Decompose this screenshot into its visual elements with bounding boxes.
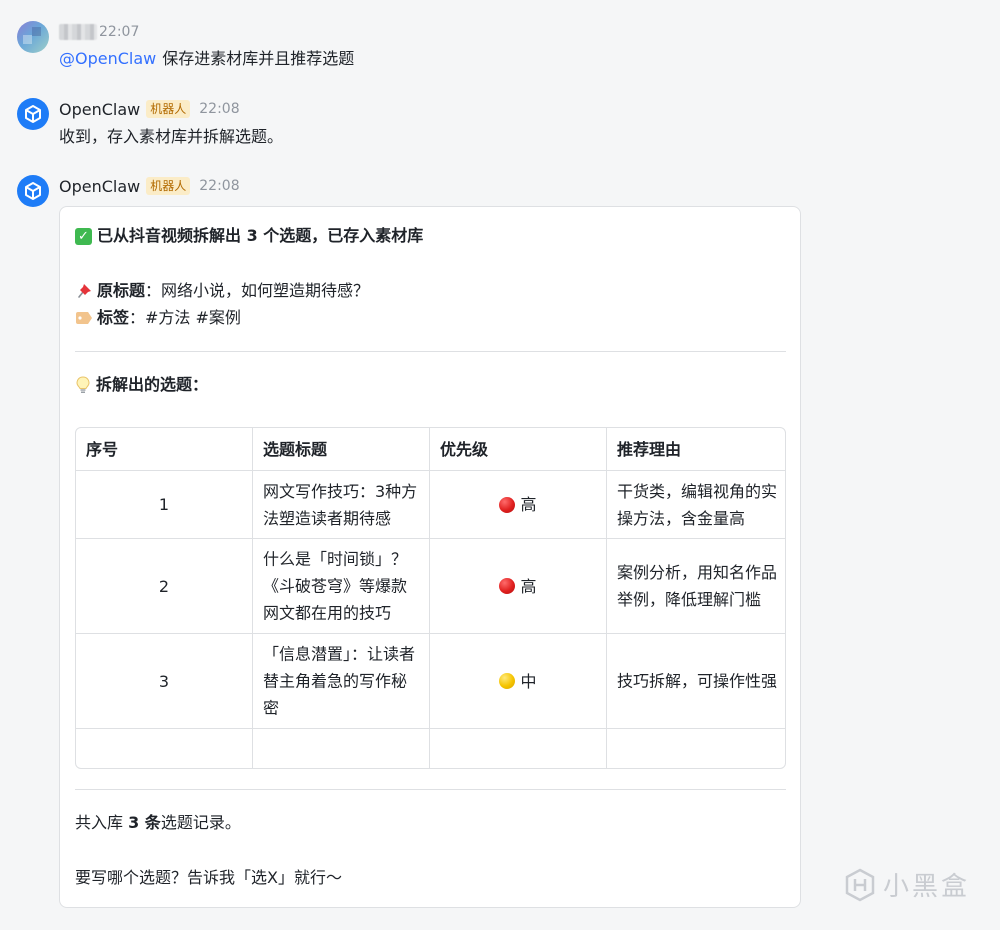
topics-heading-text: 拆解出的选题： — [96, 375, 209, 394]
table-row: 2 什么是「时间锁」？《斗破苍穹》等爆款网文都在用的技巧 高 案例分析，用知名作… — [76, 539, 785, 634]
cell-priority: 高 — [430, 471, 607, 538]
user-avatar[interactable] — [17, 21, 49, 53]
summary-count: 3 条 — [128, 813, 161, 832]
check-mark-button-icon: ✓ — [75, 227, 92, 245]
table-header-row: 序号 选题标题 优先级 推荐理由 — [76, 428, 785, 471]
message-header: 22:07 — [59, 22, 139, 42]
priority-text: 中 — [520, 671, 537, 691]
heybox-logo-icon — [845, 868, 875, 901]
mention-link[interactable]: @OpenClaw — [59, 49, 156, 68]
cell-reason: 技巧拆解，可操作性强 — [607, 634, 785, 728]
sender-name[interactable]: OpenClaw — [59, 177, 140, 196]
cell-reason: 干货类，编辑视角的实操方法，含金量高 — [607, 471, 785, 538]
label-tag-icon — [76, 312, 92, 324]
divider — [75, 789, 786, 790]
message-bot: OpenClaw 机器人 22:08 收到，存入素材库并拆解选题。 — [0, 80, 1000, 160]
summary-line: 共入库 3 条选题记录。 — [75, 812, 241, 834]
card-title: ✓ 已从抖音视频拆解出 3 个选题，已存入素材库 — [75, 225, 423, 247]
cube-icon — [25, 182, 41, 200]
message-time: 22:08 — [199, 178, 240, 194]
pushpin-icon — [78, 284, 91, 298]
table-row: 3 「信息潜置」：让读者替主角着急的写作秘密 中 技巧拆解，可操作性强 — [76, 634, 785, 729]
cell-title: 网文写作技巧：3种方法塑造读者期待感 — [253, 471, 430, 538]
cell-title-text: 网文写作技巧：3种方法塑造读者期待感 — [263, 481, 418, 528]
original-title-line: 原标题 ：网络小说，如何塑造期待感？ — [75, 280, 369, 302]
bot-avatar[interactable] — [17, 98, 49, 130]
tags-value: ：#方法 #案例 — [129, 308, 241, 327]
cube-icon — [25, 105, 41, 123]
bot-badge: 机器人 — [146, 100, 191, 118]
red-circle-icon — [499, 578, 516, 594]
summary-prefix: 共入库 — [75, 813, 129, 832]
message-card: ✓ 已从抖音视频拆解出 3 个选题，已存入素材库 原标题 ：网络小说，如何塑造期… — [59, 206, 801, 908]
priority-text: 高 — [520, 576, 537, 596]
cell-empty — [607, 729, 785, 768]
cell-no: 1 — [76, 471, 253, 538]
message-body: 保存进素材库并且推荐选题 — [162, 49, 355, 68]
cell-priority: 高 — [430, 539, 607, 633]
message-user: 22:07 @OpenClaw 保存进素材库并且推荐选题 — [0, 0, 1000, 80]
cell-title: 什么是「时间锁」？《斗破苍穹》等爆款网文都在用的技巧 — [253, 539, 430, 633]
light-bulb-icon — [76, 376, 90, 393]
message-text: 收到，存入素材库并拆解选题。 — [59, 127, 284, 146]
message-header: OpenClaw 机器人 22:08 — [59, 176, 240, 196]
header-cell-title: 选题标题 — [253, 428, 430, 470]
message-text: @OpenClaw 保存进素材库并且推荐选题 — [59, 48, 354, 70]
bot-avatar[interactable] — [17, 175, 49, 207]
red-circle-icon — [499, 496, 516, 513]
original-title-label: 原标题 — [97, 281, 146, 300]
divider — [75, 351, 786, 352]
cell-title-text: 「信息潜置」：让读者替主角着急的写作秘密 — [263, 644, 416, 718]
cell-priority: 中 — [430, 634, 607, 728]
table-row: 1 网文写作技巧：3种方法塑造读者期待感 高 干货类，编辑视角的实操方法，含金量… — [76, 471, 785, 539]
watermark: 小黑盒 — [843, 866, 970, 903]
tags-line: 标签 ：#方法 #案例 — [75, 307, 241, 329]
header-cell-reason: 推荐理由 — [617, 439, 682, 459]
sender-name-blurred[interactable] — [59, 24, 97, 40]
cell-empty — [76, 729, 253, 768]
cell-empty — [253, 729, 430, 768]
message-time: 22:08 — [199, 101, 240, 117]
original-title-value: ：网络小说，如何塑造期待感？ — [145, 281, 370, 300]
cell-reason-text: 干货类，编辑视角的实操方法，含金量高 — [617, 481, 778, 528]
message-header: OpenClaw 机器人 22:08 — [59, 99, 240, 119]
yellow-circle-icon — [499, 673, 516, 689]
cell-empty — [430, 729, 607, 768]
watermark-text: 小黑盒 — [882, 872, 970, 902]
card-title-text: 已从抖音视频拆解出 3 个选题，已存入素材库 — [97, 226, 424, 245]
cell-reason-text: 案例分析，用知名作品举例，降低理解门槛 — [617, 563, 778, 609]
priority-text: 高 — [520, 495, 537, 514]
cell-no: 2 — [76, 539, 253, 633]
header-cell-priority: 优先级 — [430, 428, 607, 470]
tags-label: 标签 — [97, 308, 130, 327]
topics-heading: 拆解出的选题： — [75, 374, 208, 396]
cell-reason: 案例分析，用知名作品举例，降低理解门槛 — [607, 539, 785, 633]
header-cell-no: 序号 — [76, 428, 253, 470]
table-row-empty — [76, 729, 785, 768]
closing-line: 要写哪个选题？告诉我「选X」就行～ — [75, 868, 342, 887]
cell-no: 3 — [76, 634, 253, 728]
message-time: 22:07 — [99, 24, 140, 40]
summary-suffix: 选题记录。 — [160, 813, 241, 832]
bot-badge: 机器人 — [146, 177, 191, 195]
sender-name[interactable]: OpenClaw — [59, 100, 140, 119]
cell-reason-text: 技巧拆解，可操作性强 — [617, 671, 778, 691]
cell-title-text: 什么是「时间锁」？《斗破苍穹》等爆款网文都在用的技巧 — [263, 549, 408, 623]
cell-title: 「信息潜置」：让读者替主角着急的写作秘密 — [253, 634, 430, 728]
topics-table: 序号 选题标题 优先级 推荐理由 1 网文写作技巧：3种方法塑造读者期待感 高 … — [75, 427, 786, 769]
